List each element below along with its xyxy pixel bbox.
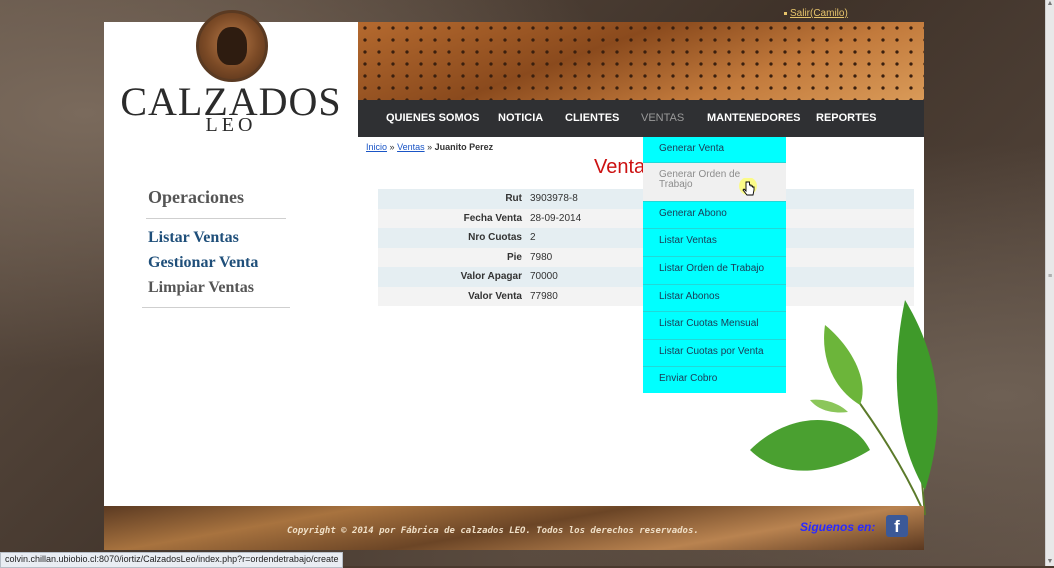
sidebar-heading: Operaciones [148, 187, 244, 207]
main-navbar: QUIENES SOMOS NOTICIA CLIENTES VENTAS MA… [358, 100, 924, 137]
scroll-up-arrow-icon[interactable]: ▲ [1046, 0, 1054, 8]
sidebar-divider [146, 218, 286, 219]
field-label: Rut [505, 193, 522, 205]
nav-quienes-somos[interactable]: QUIENES SOMOS [386, 100, 480, 137]
field-label: Pie [506, 251, 522, 263]
sidebar-link-gestionar-venta[interactable]: Gestionar Venta [148, 254, 258, 272]
breadcrumb-current: Juanito Perez [434, 142, 494, 152]
page-title: Venta [594, 156, 646, 178]
menu-item-listar-ventas[interactable]: Listar Ventas [643, 229, 786, 257]
nav-reportes[interactable]: REPORTES [816, 100, 877, 137]
scroll-down-arrow-icon[interactable]: ▼ [1046, 558, 1054, 566]
sidebar-link-listar-ventas[interactable]: Listar Ventas [148, 229, 239, 247]
field-label: Nro Cuotas [468, 232, 522, 244]
breadcrumb-home-link[interactable]: Inicio [366, 142, 387, 152]
green-leaves-decoration [750, 300, 938, 516]
bullet-icon [784, 12, 787, 15]
brand-subname: LEO [205, 114, 257, 136]
nav-mantenedores[interactable]: MANTENEDORES [707, 100, 801, 137]
breadcrumb: Inicio » Ventas » Juanito Perez [366, 142, 493, 152]
nav-noticia[interactable]: NOTICIA [498, 100, 543, 137]
sidebar-divider [142, 307, 290, 308]
header-banner [358, 22, 924, 100]
breadcrumb-ventas-link[interactable]: Ventas [397, 142, 425, 152]
logo[interactable]: CALZADOS LEO [104, 10, 358, 140]
copyright-text: Copyright © 2014 por Fábrica de calzados… [287, 526, 699, 536]
field-label: Fecha Venta [463, 212, 522, 224]
lion-emblem-icon [196, 10, 268, 82]
nav-ventas[interactable]: VENTAS [641, 100, 684, 137]
scroll-thumb-grip-icon[interactable]: ≡ [1046, 273, 1054, 281]
vertical-scrollbar[interactable]: ▲ ≡ ▼ [1045, 0, 1054, 566]
nav-clientes[interactable]: CLIENTES [565, 100, 619, 137]
field-label: Valor Apagar [460, 271, 522, 283]
sidebar-link-limpiar-ventas[interactable]: Limpiar Ventas [148, 279, 254, 297]
menu-item-generar-venta[interactable]: Generar Venta [643, 137, 786, 163]
hand-pointer-cursor-icon [739, 178, 757, 196]
menu-item-generar-abono[interactable]: Generar Abono [643, 202, 786, 229]
menu-item-listar-orden-de-trabajo[interactable]: Listar Orden de Trabajo [643, 257, 786, 285]
field-label: Valor Venta [468, 290, 522, 302]
breadcrumb-separator: » [389, 142, 395, 152]
menu-item-generar-orden-de-trabajo[interactable]: Generar Orden de Trabajo [643, 163, 786, 202]
facebook-icon[interactable]: f [886, 515, 908, 537]
follow-us-label: Siguenos en: [800, 520, 876, 534]
breadcrumb-separator: » [427, 142, 433, 152]
logout-link[interactable]: Salir(Camilo) [790, 8, 848, 19]
